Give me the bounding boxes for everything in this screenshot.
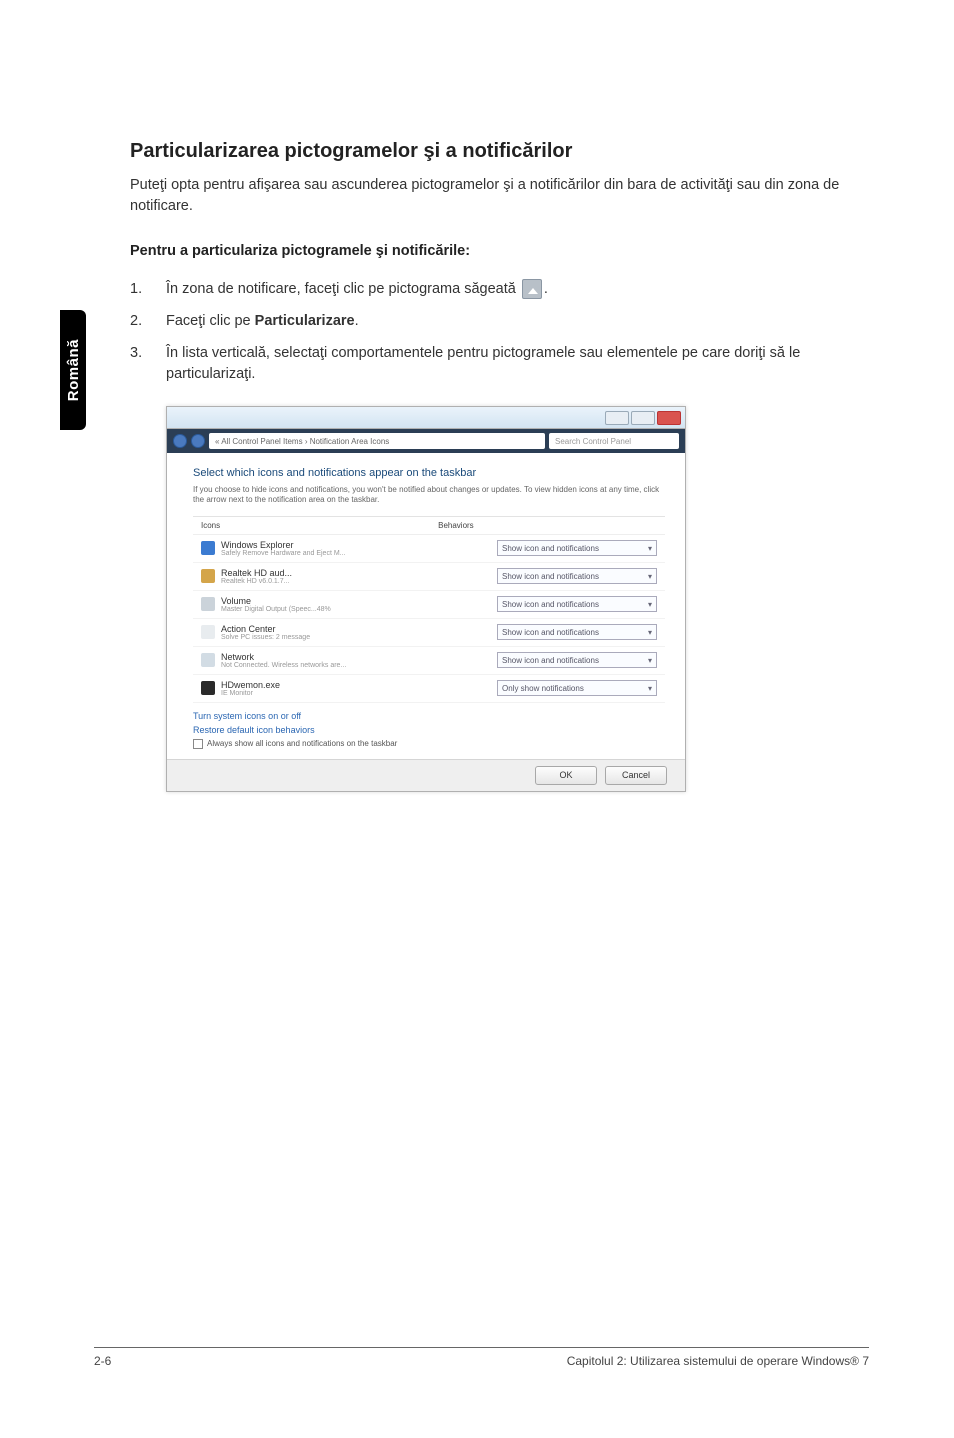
behavior-select[interactable]: Only show notifications: [497, 680, 657, 696]
row-info: Realtek HD aud...Realtek HD v6.0.1.7...: [221, 568, 497, 585]
table-row: VolumeMaster Digital Output (Speec...48%…: [193, 591, 665, 619]
page-number: 2-6: [94, 1354, 111, 1368]
step-number: 3.: [130, 343, 166, 387]
row-subtitle: Master Digital Output (Speec...48%: [221, 606, 497, 613]
col-behaviors: Behaviors: [438, 521, 657, 530]
app-icon: [201, 681, 215, 695]
close-button[interactable]: [657, 411, 681, 425]
app-icon: [201, 569, 215, 583]
row-info: Windows ExplorerSafely Remove Hardware a…: [221, 540, 497, 557]
select-value: Show icon and notifications: [502, 600, 599, 609]
panel-description: If you choose to hide icons and notifica…: [193, 485, 665, 506]
select-value: Show icon and notifications: [502, 572, 599, 581]
table-row: NetworkNot Connected. Wireless networks …: [193, 647, 665, 675]
table-header: Icons Behaviors: [193, 517, 665, 535]
window-titlebar: [167, 407, 685, 429]
page-footer: 2-6 Capitolul 2: Utilizarea sistemului d…: [94, 1347, 869, 1368]
table-row: Action CenterSolve PC issues: 2 messageS…: [193, 619, 665, 647]
link-restore-defaults[interactable]: Restore default icon behaviors: [193, 725, 665, 735]
behavior-select[interactable]: Show icon and notifications: [497, 652, 657, 668]
select-value: Only show notifications: [502, 684, 584, 693]
back-button[interactable]: [173, 434, 187, 448]
window-body: Select which icons and notifications app…: [167, 453, 685, 759]
step-text: În lista verticală, selectaţi comportame…: [166, 343, 870, 387]
row-title: HDwemon.exe: [221, 680, 497, 690]
address-text: « All Control Panel Items › Notification…: [215, 437, 389, 446]
row-info: VolumeMaster Digital Output (Speec...48%: [221, 596, 497, 613]
row-info: HDwemon.exeIE Monitor: [221, 680, 497, 697]
always-show-checkbox[interactable]: [193, 739, 203, 749]
row-title: Volume: [221, 596, 497, 606]
app-icon: [201, 653, 215, 667]
window-footer: OK Cancel: [167, 759, 685, 791]
intro-text: Puteţi opta pentru afişarea sau ascunder…: [130, 175, 870, 217]
behavior-select[interactable]: Show icon and notifications: [497, 624, 657, 640]
row-subtitle: IE Monitor: [221, 690, 497, 697]
app-icon: [201, 597, 215, 611]
panel-heading: Select which icons and notifications app…: [193, 467, 665, 479]
row-info: Action CenterSolve PC issues: 2 message: [221, 624, 497, 641]
always-show-checkbox-row: Always show all icons and notifications …: [193, 739, 665, 749]
select-value: Show icon and notifications: [502, 628, 599, 637]
behavior-select[interactable]: Show icon and notifications: [497, 568, 657, 584]
chapter-title: Capitolul 2: Utilizarea sistemului de op…: [567, 1354, 869, 1368]
step-text: În zona de notificare, faceţi clic pe pi…: [166, 279, 870, 301]
panel-links: Turn system icons on or off Restore defa…: [193, 711, 665, 735]
step-bold: Particularizare: [255, 313, 355, 329]
row-subtitle: Solve PC issues: 2 message: [221, 634, 497, 641]
row-subtitle: Realtek HD v6.0.1.7...: [221, 578, 497, 585]
screenshot-window: « All Control Panel Items › Notification…: [166, 406, 686, 792]
ok-button[interactable]: OK: [535, 766, 597, 785]
row-title: Realtek HD aud...: [221, 568, 497, 578]
behavior-select[interactable]: Show icon and notifications: [497, 596, 657, 612]
step-text: Faceţi clic pe Particularizare.: [166, 311, 870, 333]
cancel-button[interactable]: Cancel: [605, 766, 667, 785]
row-info: NetworkNot Connected. Wireless networks …: [221, 652, 497, 669]
step-number: 1.: [130, 279, 166, 301]
step: 3.În lista verticală, selectaţi comporta…: [130, 343, 870, 387]
table-row: Windows ExplorerSafely Remove Hardware a…: [193, 535, 665, 563]
always-show-label: Always show all icons and notifications …: [207, 739, 397, 748]
search-placeholder: Search Control Panel: [555, 437, 631, 446]
table-row: Realtek HD aud...Realtek HD v6.0.1.7... S…: [193, 563, 665, 591]
language-label: Română: [65, 339, 82, 401]
language-side-tab: Română: [60, 310, 86, 430]
maximize-button[interactable]: [631, 411, 655, 425]
row-title: Action Center: [221, 624, 497, 634]
steps-title: Pentru a particulariza pictogramele şi n…: [130, 243, 870, 259]
address-bar-area: « All Control Panel Items › Notification…: [167, 429, 685, 453]
section-heading: Particularizarea pictogramelor şi a noti…: [130, 140, 870, 163]
step: 1.În zona de notificare, faceţi clic pe …: [130, 279, 870, 301]
search-input[interactable]: Search Control Panel: [549, 433, 679, 449]
behavior-select[interactable]: Show icon and notifications: [497, 540, 657, 556]
arrow-up-icon: [522, 279, 542, 299]
link-system-icons[interactable]: Turn system icons on or off: [193, 711, 665, 721]
icons-table: Icons Behaviors Windows ExplorerSafely R…: [193, 516, 665, 703]
row-subtitle: Safely Remove Hardware and Eject M...: [221, 550, 497, 557]
row-title: Network: [221, 652, 497, 662]
row-title: Windows Explorer: [221, 540, 497, 550]
forward-button[interactable]: [191, 434, 205, 448]
col-icons: Icons: [201, 521, 438, 530]
select-value: Show icon and notifications: [502, 656, 599, 665]
table-row: HDwemon.exeIE Monitor Only show notificat…: [193, 675, 665, 703]
step: 2.Faceţi clic pe Particularizare.: [130, 311, 870, 333]
row-subtitle: Not Connected. Wireless networks are...: [221, 662, 497, 669]
select-value: Show icon and notifications: [502, 544, 599, 553]
minimize-button[interactable]: [605, 411, 629, 425]
app-icon: [201, 625, 215, 639]
step-number: 2.: [130, 311, 166, 333]
app-icon: [201, 541, 215, 555]
page-content: Particularizarea pictogramelor şi a noti…: [130, 140, 870, 792]
address-bar[interactable]: « All Control Panel Items › Notification…: [209, 433, 545, 449]
